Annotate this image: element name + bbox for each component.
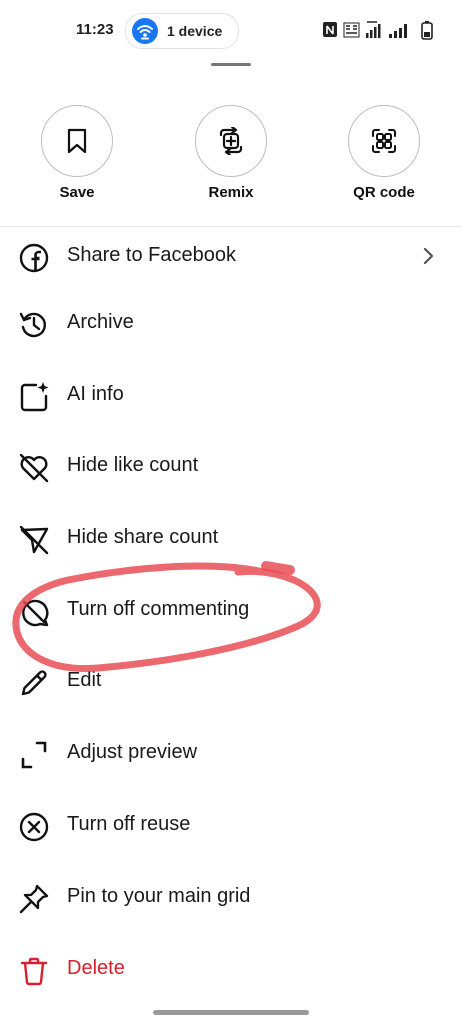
qr-code-icon: [372, 129, 396, 153]
ai-info-icon: [18, 381, 50, 413]
menu-item-label: Hide share count: [67, 526, 219, 548]
heart-off-icon: [18, 452, 50, 484]
menu-item-label: Delete: [67, 957, 125, 979]
remix-button[interactable]: Remix: [195, 105, 267, 215]
remix-button-circle[interactable]: [195, 105, 267, 177]
pin-icon: [18, 883, 50, 915]
menu-item-label: Pin to your main grid: [67, 885, 251, 907]
4g-signal-icon: [366, 21, 381, 38]
status-bar: 11:23 1 device: [0, 0, 461, 60]
qr-code-label: QR code: [353, 184, 415, 201]
menu-item-archive[interactable]: Archive: [0, 295, 461, 351]
battery-icon: [421, 21, 433, 40]
menu-item-label: Hide like count: [67, 454, 199, 476]
chevron-right-icon: [423, 246, 435, 271]
menu-item-turn-off-commenting[interactable]: Turn off commenting: [0, 582, 461, 638]
save-button-circle[interactable]: [41, 105, 113, 177]
menu-item-label: Edit: [67, 669, 102, 691]
comment-off-icon: [18, 596, 50, 628]
qr-code-button-circle[interactable]: [348, 105, 420, 177]
device-pill-label: 1 device: [167, 23, 223, 39]
menu-item-hide-share-count[interactable]: Hide share count: [0, 510, 461, 566]
menu-item-label: Archive: [67, 311, 134, 333]
qr-code-button[interactable]: QR code: [348, 105, 420, 215]
menu-item-label: Turn off commenting: [67, 598, 250, 620]
sheet-grabber[interactable]: [211, 63, 251, 66]
hotspot-icon: [132, 18, 158, 44]
menu-item-delete[interactable]: Delete: [0, 941, 461, 997]
save-button[interactable]: Save: [41, 105, 113, 215]
menu-item-label: Adjust preview: [67, 741, 198, 763]
crop-icon: [18, 739, 50, 771]
menu-item-label: Share to Facebook: [67, 244, 236, 266]
menu-item-adjust-preview[interactable]: Adjust preview: [0, 725, 461, 781]
signal-icon: [389, 24, 407, 38]
save-label: Save: [59, 184, 95, 201]
status-indicators: [322, 20, 438, 40]
device-pill[interactable]: 1 device: [125, 13, 239, 49]
menu-item-turn-off-reuse[interactable]: Turn off reuse: [0, 797, 461, 853]
status-time: 11:23: [76, 21, 114, 38]
menu-item-edit[interactable]: Edit: [0, 653, 461, 709]
bookmark-icon: [67, 128, 87, 154]
remix-label: Remix: [208, 184, 254, 201]
section-divider: [0, 226, 461, 227]
send-off-icon: [18, 524, 50, 556]
remix-icon: [219, 127, 243, 155]
facebook-icon: [18, 242, 50, 274]
circle-x-icon: [18, 811, 50, 843]
volte-icon: [343, 22, 360, 38]
menu-item-share-to-facebook[interactable]: Share to Facebook: [0, 228, 461, 284]
pencil-icon: [18, 667, 50, 699]
menu-item-ai-info[interactable]: AI info: [0, 367, 461, 423]
menu-item-pin-to-grid[interactable]: Pin to your main grid: [0, 869, 461, 925]
trash-icon: [18, 955, 50, 987]
menu-item-label: Turn off reuse: [67, 813, 191, 835]
menu-item-label: AI info: [67, 383, 124, 405]
menu-item-hide-like-count[interactable]: Hide like count: [0, 438, 461, 494]
home-indicator[interactable]: [153, 1010, 309, 1015]
nfc-icon: [323, 22, 337, 37]
archive-icon: [18, 309, 50, 341]
